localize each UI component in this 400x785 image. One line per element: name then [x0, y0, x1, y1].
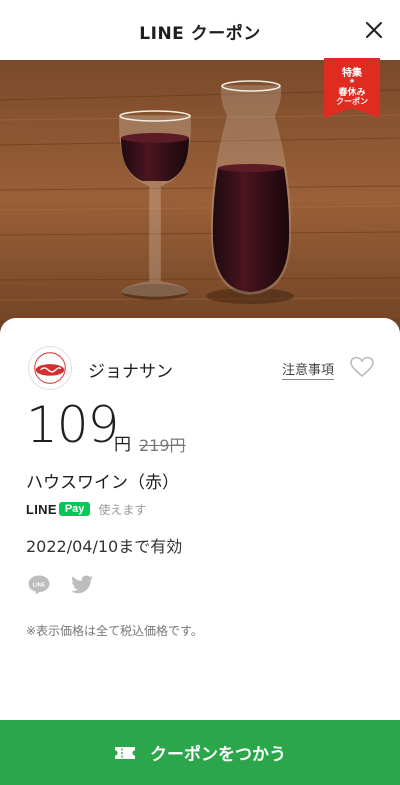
original-price: 219円	[139, 436, 186, 455]
tax-note: ※表示価格は全て税込価格です。	[26, 624, 203, 638]
ribbon-line3: クーポン	[336, 97, 368, 106]
use-coupon-label: クーポンをつかう	[150, 745, 286, 765]
linepay-usable-label: 使えます	[98, 502, 147, 517]
notes-link[interactable]: 注意事項	[281, 359, 334, 380]
line-share-icon[interactable]: LINE	[27, 574, 51, 596]
store-name: ジョナサン	[88, 362, 173, 382]
sale-price: 109	[26, 396, 119, 454]
linepay-badge: LINE Pay 使えます	[26, 500, 146, 518]
store-logo	[28, 346, 72, 390]
page-title: LINE クーポン	[139, 24, 261, 44]
star-icon: ★	[348, 77, 356, 85]
header-bar: LINE クーポン	[0, 0, 400, 60]
expiry-date: 2022/04/10まで有効	[26, 537, 183, 556]
linepay-line-text: LINE	[26, 501, 57, 517]
use-coupon-button[interactable]: クーポンをつかう	[0, 720, 400, 785]
close-icon[interactable]	[364, 20, 384, 40]
twitter-icon[interactable]	[70, 574, 94, 596]
special-feature-ribbon: 特集 ★ 春休み クーポン	[324, 58, 380, 118]
heart-icon[interactable]	[350, 356, 374, 378]
product-name: ハウスワイン（赤）	[26, 473, 179, 493]
linepay-pay-text: Pay	[58, 502, 91, 516]
ticket-icon	[115, 746, 135, 759]
price-unit: 円	[114, 435, 131, 455]
svg-text:LINE: LINE	[33, 583, 46, 589]
